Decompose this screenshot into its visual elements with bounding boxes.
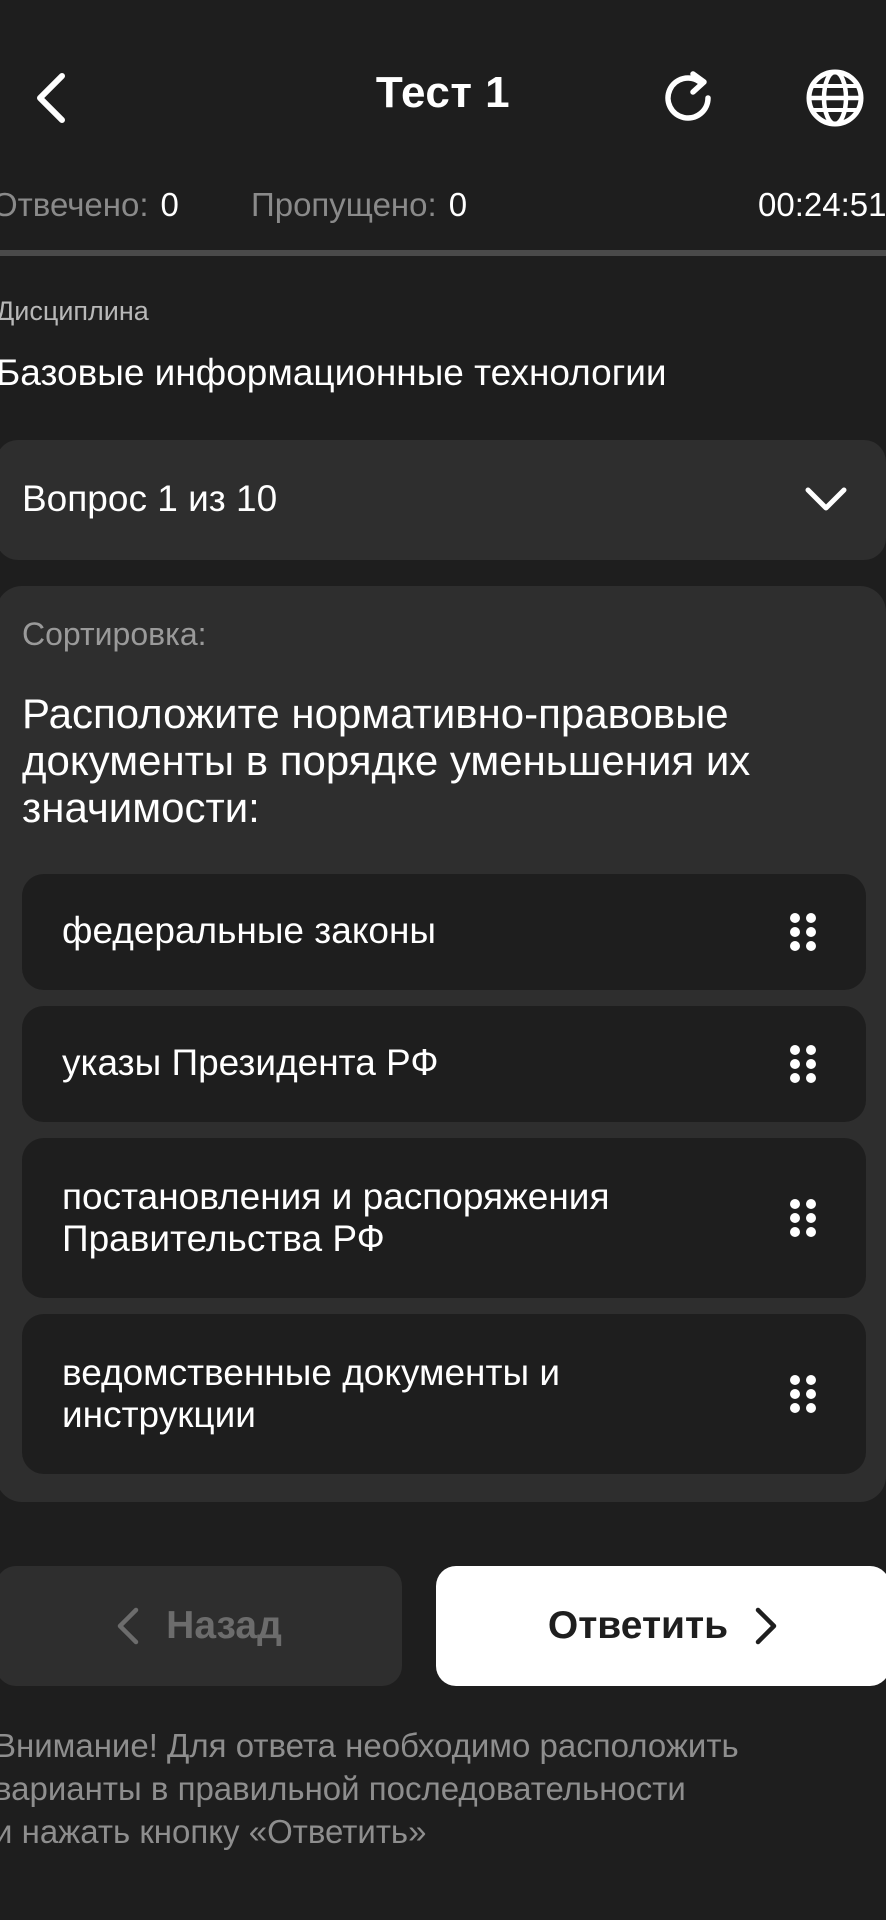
skipped-stat: Пропущено: 0 <box>251 186 467 224</box>
option-label: указы Президента РФ <box>62 1042 439 1083</box>
submit-button-label: Ответить <box>547 1604 729 1647</box>
header: Тест 1 <box>0 0 886 190</box>
question-selector-label: Вопрос 1 из 10 <box>22 478 278 519</box>
progress-bar <box>0 250 886 256</box>
drag-handle-icon[interactable] <box>788 1373 818 1415</box>
timer: 00:24:51 <box>758 186 886 223</box>
discipline-label: Дисциплина <box>0 296 149 326</box>
test-screen: Тест 1 Отвечено: 0 Пропущено: 0 00:24:51 <box>0 0 886 1920</box>
chevron-right-icon <box>755 1607 777 1645</box>
language-button[interactable] <box>794 58 876 138</box>
option-label: постановления и распоряжения Правительст… <box>62 1176 610 1259</box>
notice-line: Внимание! Для ответа необходимо располож… <box>0 1727 739 1764</box>
drag-handle-icon[interactable] <box>788 1197 818 1239</box>
question-type: Сортировка: <box>22 616 207 652</box>
notice-line: варианты в правильной последовательности <box>0 1770 686 1807</box>
page-title: Тест 1 <box>375 68 511 117</box>
sortable-option[interactable]: указы Президента РФ <box>22 1006 866 1122</box>
chevron-left-icon <box>117 1607 139 1645</box>
previous-button-label: Назад <box>166 1604 282 1647</box>
globe-icon <box>806 69 864 127</box>
option-label: федеральные законы <box>62 910 437 951</box>
skipped-count: 0 <box>448 186 468 223</box>
option-label: ведомственные документы и инструкции <box>62 1352 560 1435</box>
notice-line: и нажать кнопку «Ответить» <box>0 1813 427 1850</box>
chevron-down-icon <box>805 487 847 511</box>
sortable-options: федеральные законы указы Президента РФ п… <box>22 874 866 1490</box>
drag-handle-icon[interactable] <box>788 911 818 953</box>
sortable-option[interactable]: ведомственные документы и инструкции <box>22 1314 866 1474</box>
sortable-option[interactable]: постановления и распоряжения Правительст… <box>22 1138 866 1298</box>
reload-button[interactable] <box>648 58 728 138</box>
skipped-label: Пропущено: <box>251 186 437 223</box>
sortable-option[interactable]: федеральные законы <box>22 874 866 990</box>
question-text: Расположите нормативно-правовые документ… <box>22 690 751 831</box>
reload-icon <box>665 71 711 121</box>
answer-stats: Отвечено: 0 Пропущено: 0 00:24:51 <box>0 186 886 236</box>
question-selector[interactable]: Вопрос 1 из 10 <box>0 440 886 560</box>
answered-label: Отвечено: <box>0 186 149 223</box>
answered-count: 0 <box>160 186 179 223</box>
instruction-notice: Внимание! Для ответа необходимо располож… <box>0 1724 874 1853</box>
answered-stat: Отвечено: 0 <box>0 186 179 224</box>
previous-button[interactable]: Назад <box>0 1566 402 1686</box>
question-card: Сортировка: Расположите нормативно-право… <box>0 586 886 1502</box>
discipline-name: Базовые информационные технологии <box>0 352 667 393</box>
submit-answer-button[interactable]: Ответить <box>436 1566 886 1686</box>
drag-handle-icon[interactable] <box>788 1043 818 1085</box>
